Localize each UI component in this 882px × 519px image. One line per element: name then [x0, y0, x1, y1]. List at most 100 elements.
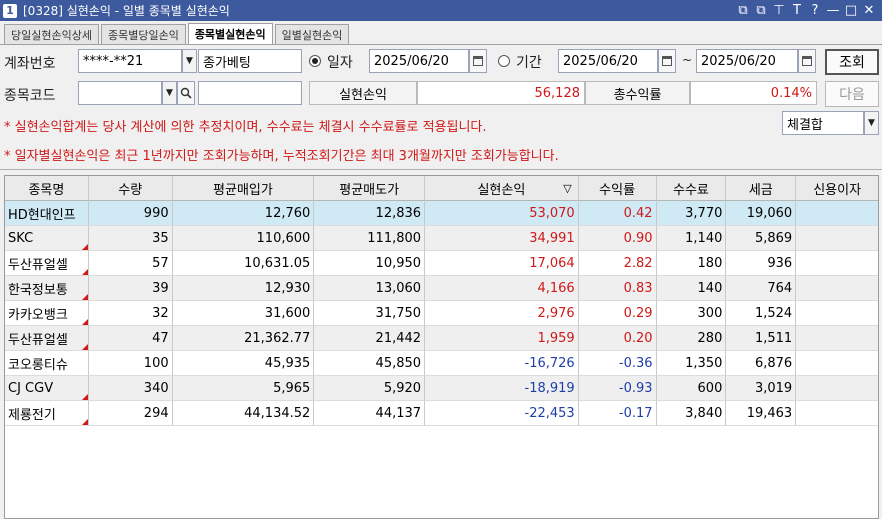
cell-tax: 1,511 — [726, 326, 797, 351]
cell-qty: 294 — [88, 401, 173, 426]
table-row[interactable]: 코오롱티슈 100 45,935 45,850 -16,726 -0.36 1,350 6,8… — [5, 351, 879, 376]
cell-stock-name: SKC — [5, 226, 89, 251]
calendar-icon[interactable] — [798, 49, 816, 73]
cell-qty: 47 — [88, 326, 173, 351]
minimize-icon[interactable]: — — [826, 1, 840, 19]
col-header-qty[interactable]: 수량 — [88, 176, 173, 201]
cell-tax: 5,869 — [726, 226, 797, 251]
table-row[interactable]: 한국정보통 39 12,930 13,060 4,166 0.83 140 764 — [5, 276, 879, 301]
col-header-return[interactable]: 수익률 — [578, 176, 657, 201]
stock-code-dropdown-button[interactable]: ▼ — [162, 81, 177, 105]
period-from-field[interactable]: 2025/06/20 — [558, 49, 658, 73]
cell-avg-sell: 45,850 — [314, 351, 426, 376]
stock-code-field[interactable] — [78, 81, 162, 105]
close-icon[interactable]: ✕ — [862, 1, 876, 19]
pin-icon[interactable]: ⊤ — [772, 1, 786, 19]
cell-avg-sell: 31,750 — [314, 301, 426, 326]
realized-pnl-value: 56,128 — [417, 81, 585, 105]
col-header-avg-buy[interactable]: 평균매입가 — [172, 176, 315, 201]
search-icon[interactable] — [177, 81, 195, 105]
window-titlebar: 1 [0328] 실현손익 - 일별 종목별 실현손익 ⧉ ⧉ ⊤ T ? — … — [0, 0, 882, 21]
cell-credit-interest — [796, 201, 879, 226]
calendar-icon[interactable] — [658, 49, 676, 73]
cell-realized-pnl: 34,991 — [425, 226, 579, 251]
col-header-avg-sell[interactable]: 평균매도가 — [314, 176, 426, 201]
cell-avg-buy: 12,930 — [172, 276, 315, 301]
credit-flag-marker — [81, 319, 88, 325]
cell-return: 0.83 — [578, 276, 657, 301]
col-header-credit-interest[interactable]: 신용이자 — [796, 176, 879, 201]
cell-avg-sell: 5,920 — [314, 376, 426, 401]
cell-fee: 300 — [656, 301, 727, 326]
tab-daily-realized-pnl[interactable]: 일별실현손익 — [274, 24, 350, 44]
cell-fee: 1,140 — [656, 226, 727, 251]
table-row[interactable]: 두산퓨얼셀 47 21,362.77 21,442 1,959 0.20 280 1,511 — [5, 326, 879, 351]
col-header-fee[interactable]: 수수료 — [656, 176, 727, 201]
notice-period-limit: * 일자별실현손익은 최근 1년까지만 조회가능하며, 누적조회기간은 최대 3… — [4, 149, 559, 164]
chevron-down-icon[interactable]: ▼ — [864, 111, 879, 135]
cell-stock-name: CJ CGV — [5, 376, 89, 401]
table-row[interactable]: 카카오뱅크 32 31,600 31,750 2,976 0.29 300 1,524 — [5, 301, 879, 326]
radio-period-label[interactable]: 기간 — [516, 52, 542, 72]
cell-return: -0.93 — [578, 376, 657, 401]
cell-credit-interest — [796, 251, 879, 276]
period-tilde: ~ — [682, 53, 693, 67]
table-body: HD현대인프 990 12,760 12,836 53,070 0.42 3,770 19,0… — [5, 201, 879, 426]
cell-credit-interest — [796, 276, 879, 301]
cell-tax: 3,019 — [726, 376, 797, 401]
cell-return: 0.20 — [578, 326, 657, 351]
cell-realized-pnl: -16,726 — [425, 351, 579, 376]
account-dropdown-button[interactable]: ▼ — [182, 49, 197, 73]
link-window-icon[interactable]: ⧉ — [736, 1, 750, 19]
help-icon[interactable]: ? — [808, 1, 822, 19]
col-header-name[interactable]: 종목명 — [5, 176, 89, 201]
cell-qty: 32 — [88, 301, 173, 326]
cell-avg-buy: 10,631.05 — [172, 251, 315, 276]
col-header-tax[interactable]: 세금 — [726, 176, 797, 201]
account-name-field: 종가베팅 — [198, 49, 302, 73]
cell-fee: 600 — [656, 376, 727, 401]
cell-qty: 340 — [88, 376, 173, 401]
cell-credit-interest — [796, 376, 879, 401]
table-row[interactable]: CJ CGV 340 5,965 5,920 -18,919 -0.93 600 3,019 — [5, 376, 879, 401]
credit-flag-marker — [81, 419, 88, 425]
cell-realized-pnl: 2,976 — [425, 301, 579, 326]
cell-return: 0.29 — [578, 301, 657, 326]
execution-filter-select[interactable]: 체결합 — [782, 111, 864, 135]
font-size-icon[interactable]: T — [790, 1, 804, 19]
cell-avg-buy: 31,600 — [172, 301, 315, 326]
table-row[interactable]: 두산퓨얼셀 57 10,631.05 10,950 17,064 2.82 180 936 — [5, 251, 879, 276]
tab-stock-realized-pnl[interactable]: 종목별실현손익 — [187, 23, 273, 44]
stock-name-field — [198, 81, 302, 105]
credit-flag-marker — [81, 269, 88, 275]
cell-return: 0.90 — [578, 226, 657, 251]
window-controls: ⧉ ⧉ ⊤ T ? — □ ✕ — [736, 1, 876, 19]
credit-flag-marker — [81, 294, 88, 300]
cell-fee: 180 — [656, 251, 727, 276]
query-button[interactable]: 조회 — [825, 49, 879, 75]
table-row[interactable]: SKC 35 110,600 111,800 34,991 0.90 1,140 5,869 — [5, 226, 879, 251]
day-date-field[interactable]: 2025/06/20 — [369, 49, 469, 73]
cell-fee: 3,770 — [656, 201, 727, 226]
tab-stock-today-pnl[interactable]: 종목별당일손익 — [100, 24, 186, 44]
radio-day-label[interactable]: 일자 — [327, 52, 353, 72]
copy-window-icon[interactable]: ⧉ — [754, 1, 768, 19]
col-header-realized-pnl[interactable]: 실현손익 ▽ — [425, 176, 579, 201]
tab-daily-realized-detail[interactable]: 당일실현손익상세 — [4, 24, 99, 44]
radio-period[interactable] — [498, 55, 510, 67]
calendar-icon[interactable] — [469, 49, 487, 73]
maximize-icon[interactable]: □ — [844, 1, 858, 19]
next-button[interactable]: 다음 — [825, 81, 879, 107]
radio-day[interactable] — [309, 55, 321, 67]
cell-fee: 3,840 — [656, 401, 727, 426]
notice-estimate: * 실현손익합계는 당사 계산에 의한 추정치이며, 수수료는 체결시 수수료률… — [4, 120, 487, 135]
cell-credit-interest — [796, 301, 879, 326]
cell-fee: 140 — [656, 276, 727, 301]
period-to-field[interactable]: 2025/06/20 — [696, 49, 798, 73]
window-number-badge: 1 — [3, 3, 17, 18]
table-row[interactable]: HD현대인프 990 12,760 12,836 53,070 0.42 3,770 19,0… — [5, 201, 879, 226]
account-number-field[interactable]: ****-**21 — [78, 49, 182, 73]
table-row[interactable]: 제룡전기 294 44,134.52 44,137 -22,453 -0.17 3,840 1… — [5, 401, 879, 426]
sort-desc-icon[interactable]: ▽ — [563, 182, 571, 195]
cell-realized-pnl: 1,959 — [425, 326, 579, 351]
